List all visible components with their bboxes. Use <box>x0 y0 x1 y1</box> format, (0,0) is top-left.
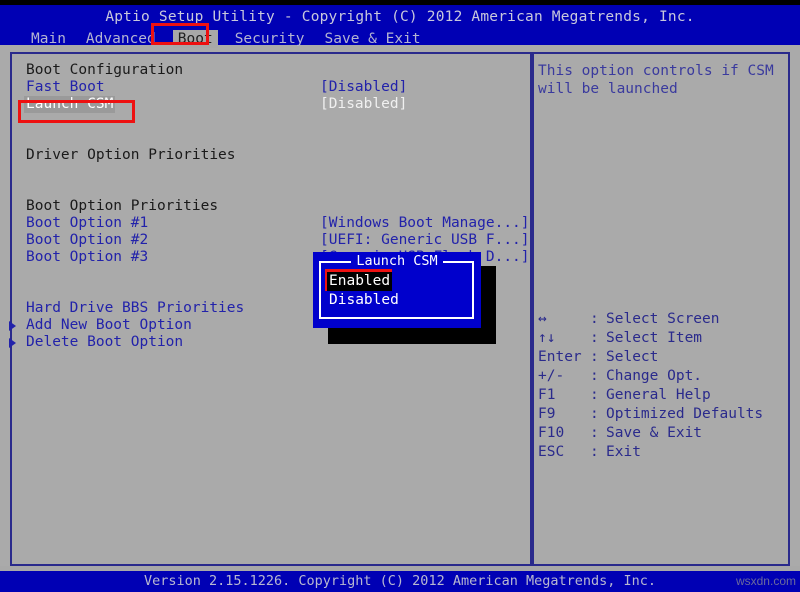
arrows-vertical-icon: ↑↓ <box>538 329 590 348</box>
legend-key-enter: Enter <box>538 348 590 367</box>
title-bar: Aptio Setup Utility - Copyright (C) 2012… <box>0 5 800 45</box>
fast-boot-value[interactable]: [Disabled] <box>320 79 407 96</box>
spacer-1 <box>24 113 524 130</box>
legend-row-exit: ESC : Exit <box>538 443 788 462</box>
dialog-option-disabled[interactable]: Disabled <box>327 291 401 310</box>
fast-boot-label: Fast Boot <box>24 79 107 96</box>
boot-option-3-label: Boot Option #3 <box>24 249 150 266</box>
tab-main[interactable]: Main <box>28 30 69 48</box>
section-heading-boot-option-priorities: Boot Option Priorities <box>24 198 524 215</box>
legend-key-f10: F10 <box>538 424 590 443</box>
driver-option-priorities-heading: Driver Option Priorities <box>24 147 238 164</box>
legend-desc-save-and-exit: Save & Exit <box>606 424 702 443</box>
setting-row-boot-option-1[interactable]: Boot Option #1 [Windows Boot Manage...] <box>24 215 524 232</box>
legend-separator: : <box>590 386 599 405</box>
launch-csm-label[interactable]: Launch CSM <box>24 96 115 113</box>
add-new-boot-option-label[interactable]: Add New Boot Option <box>24 317 194 334</box>
boot-option-priorities-heading: Boot Option Priorities <box>24 198 220 215</box>
legend-desc-select: Select <box>606 348 658 367</box>
legend-separator: : <box>590 310 599 329</box>
spacer-3 <box>24 164 524 181</box>
launch-csm-value[interactable]: [Disabled] <box>320 96 407 113</box>
footer-version-text: Version 2.15.1226. Copyright (C) 2012 Am… <box>0 573 800 589</box>
hard-drive-bbs-priorities-label[interactable]: Hard Drive BBS Priorities <box>24 300 246 317</box>
legend-key-f9: F9 <box>538 405 590 424</box>
legend-row-select-item: ↑↓ : Select Item <box>538 329 788 348</box>
boot-configuration-heading: Boot Configuration <box>24 62 185 79</box>
legend-key-f1: F1 <box>538 386 590 405</box>
dialog-option-row-enabled[interactable]: Enabled <box>327 270 401 289</box>
dialog-title: Launch CSM <box>313 253 481 269</box>
triangle-right-icon <box>9 321 16 331</box>
boot-option-1-label: Boot Option #1 <box>24 215 150 232</box>
tab-save-and-exit[interactable]: Save & Exit <box>322 30 424 48</box>
boot-option-2-value[interactable]: [UEFI: Generic USB F...] <box>320 232 530 249</box>
triangle-right-icon <box>9 338 16 348</box>
legend-key-plus-minus: +/- <box>538 367 590 386</box>
boot-option-1-value[interactable]: [Windows Boot Manage...] <box>320 215 530 232</box>
tab-advanced[interactable]: Advanced <box>83 30 159 48</box>
key-legend: ↔ : Select Screen ↑↓ : Select Item Enter… <box>538 310 788 462</box>
setting-row-launch-csm[interactable]: Launch CSM [Disabled] <box>24 96 524 113</box>
legend-desc-optimized-defaults: Optimized Defaults <box>606 405 763 424</box>
legend-desc-select-item: Select Item <box>606 329 702 348</box>
dialog-title-text: Launch CSM <box>351 253 442 269</box>
legend-separator: : <box>590 424 599 443</box>
spacer-2 <box>24 130 524 147</box>
footer-bar: Version 2.15.1226. Copyright (C) 2012 Am… <box>0 571 800 592</box>
setting-row-fast-boot[interactable]: Fast Boot [Disabled] <box>24 79 524 96</box>
legend-separator: : <box>590 329 599 348</box>
legend-separator: : <box>590 405 599 424</box>
tab-boot[interactable]: Boot <box>173 30 218 48</box>
setting-row-boot-option-2[interactable]: Boot Option #2 [UEFI: Generic USB F...] <box>24 232 524 249</box>
section-heading-driver-option-priorities: Driver Option Priorities <box>24 147 524 164</box>
legend-separator: : <box>590 348 599 367</box>
legend-desc-change-opt: Change Opt. <box>606 367 702 386</box>
menu-bar[interactable]: Main Advanced Boot Security Save & Exit <box>28 30 438 48</box>
legend-separator: : <box>590 367 599 386</box>
legend-desc-select-screen: Select Screen <box>606 310 720 329</box>
legend-key-esc: ESC <box>538 443 590 462</box>
legend-row-change-opt: +/- : Change Opt. <box>538 367 788 386</box>
boot-option-2-label: Boot Option #2 <box>24 232 150 249</box>
legend-row-general-help: F1 : General Help <box>538 386 788 405</box>
legend-desc-general-help: General Help <box>606 386 711 405</box>
legend-row-select-screen: ↔ : Select Screen <box>538 310 788 329</box>
dialog-option-list[interactable]: Enabled Disabled <box>327 270 401 308</box>
launch-csm-dialog: Launch CSM Enabled Disabled <box>313 252 481 328</box>
legend-row-save-and-exit: F10 : Save & Exit <box>538 424 788 443</box>
legend-desc-exit: Exit <box>606 443 641 462</box>
page-title: Aptio Setup Utility - Copyright (C) 2012… <box>0 9 800 25</box>
watermark: wsxdn.com <box>736 574 796 588</box>
legend-row-enter-select: Enter : Select <box>538 348 788 367</box>
legend-separator: : <box>590 443 599 462</box>
dialog-option-row-disabled[interactable]: Disabled <box>327 289 401 308</box>
section-heading-boot-configuration: Boot Configuration <box>24 62 524 79</box>
help-description: This option controls if CSM will be laun… <box>538 62 786 98</box>
spacer-4 <box>24 181 524 198</box>
bios-setup-screen: Aptio Setup Utility - Copyright (C) 2012… <box>0 0 800 592</box>
arrows-horizontal-icon: ↔ <box>538 310 590 329</box>
tab-security[interactable]: Security <box>232 30 308 48</box>
delete-boot-option-label[interactable]: Delete Boot Option <box>24 334 185 351</box>
legend-row-optimized-defaults: F9 : Optimized Defaults <box>538 405 788 424</box>
